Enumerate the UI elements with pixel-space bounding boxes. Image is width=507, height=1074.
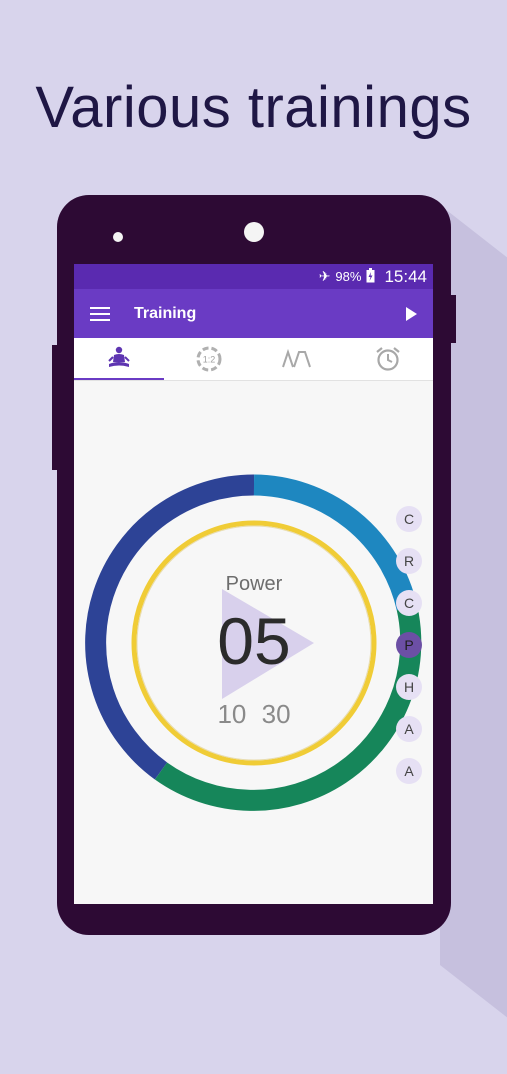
training-content: Power 05 10 30 C R C P H A A [74,381,433,904]
interval-values: 10 30 [84,699,424,730]
app-bar: Training [74,289,433,338]
power-button [450,295,456,343]
ratio-label: 1:2 [202,355,215,365]
play-icon[interactable] [406,306,417,321]
ratio-timer-icon: 1:2 [196,346,222,372]
phone-screen: ✈ 98% 15:44 Training 1:2 Power 05 10 30 … [74,264,433,904]
phase-item[interactable]: C [396,506,422,532]
alarm-clock-icon [376,347,400,371]
volume-button [52,345,58,470]
phase-item[interactable]: R [396,548,422,574]
phase-label: Power [225,573,283,595]
tab-alarm[interactable] [343,338,433,380]
airplane-icon: ✈ [318,268,331,284]
status-bar: ✈ 98% 15:44 [74,264,433,289]
phase-list: C R C P H A A [396,506,426,800]
phase-item[interactable]: H [396,674,422,700]
tab-wave-pattern[interactable] [254,338,344,380]
menu-icon[interactable] [90,306,110,321]
phase-item[interactable]: A [396,758,422,784]
countdown-value: 05 [217,604,291,678]
front-camera [244,222,264,242]
battery-icon [366,267,375,286]
headline: Various trainings [35,75,472,140]
tab-meditation[interactable] [74,338,164,380]
phase-item[interactable]: A [396,716,422,742]
wave-pattern-icon [282,348,312,368]
clock: 15:44 [384,266,427,286]
meditation-icon [108,346,130,367]
phase-item-active[interactable]: P [396,632,422,658]
tab-ratio-timer[interactable]: 1:2 [164,338,254,380]
tab-bar: 1:2 [74,338,433,381]
speaker-dot [113,232,123,242]
page-title: Training [134,304,197,322]
interval-a: 10 [217,699,247,729]
battery-percent: 98% [335,269,362,284]
phase-item[interactable]: C [396,590,422,616]
interval-b: 30 [261,699,291,729]
